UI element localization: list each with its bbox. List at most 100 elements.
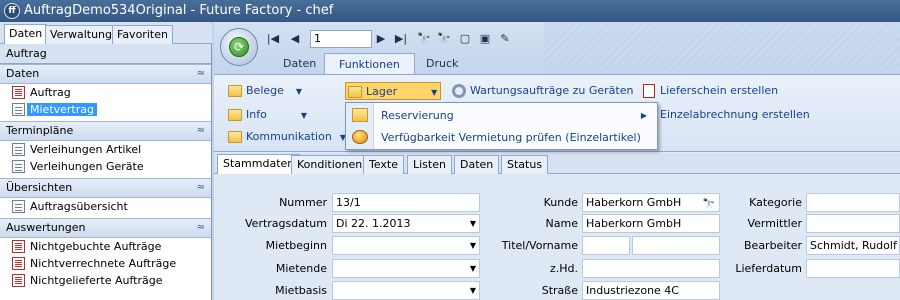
tab-status[interactable]: Status bbox=[501, 155, 549, 174]
dropdown-arrow-icon[interactable]: ▼ bbox=[470, 215, 476, 232]
group-title: Auswertungen bbox=[6, 221, 86, 234]
tab-verwaltung[interactable]: Verwaltung bbox=[45, 25, 117, 44]
belege-button[interactable]: Belege ▼ bbox=[226, 82, 324, 100]
new-document-icon[interactable]: ▢ bbox=[458, 30, 472, 48]
ribbon-tab-druck[interactable]: Druck bbox=[412, 53, 472, 74]
kommunikation-label: Kommunikation bbox=[246, 130, 332, 143]
bearbeiter-field[interactable]: Schmidt, Rudolf bbox=[806, 236, 900, 255]
nav-item-label: Mietvertrag bbox=[27, 103, 97, 116]
mietbeginn-field[interactable]: ▼ bbox=[332, 236, 480, 255]
tab-daten[interactable]: Daten bbox=[4, 24, 48, 45]
group-auswertungen[interactable]: Auswertungen ≈ bbox=[0, 218, 211, 238]
dropdown-arrow-icon[interactable]: ▼ bbox=[470, 282, 476, 299]
nav-item-mietvertrag[interactable]: Mietvertrag bbox=[0, 101, 211, 118]
nav-item-label: Nichtgelieferte Aufträge bbox=[30, 274, 163, 287]
collapse-chevron-icon[interactable]: ≈ bbox=[197, 219, 205, 237]
navigation-panel: Auftrag Daten ≈ Auftrag Mietvertrag Term… bbox=[0, 44, 212, 300]
nav-item-label: Verleihungen Geräte bbox=[30, 160, 144, 173]
kunde-field[interactable]: Haberkorn GmbH 🔭 bbox=[582, 193, 720, 212]
collapse-chevron-icon[interactable]: ≈ bbox=[197, 122, 205, 140]
dropdown-arrow-icon[interactable]: ▼ bbox=[470, 260, 476, 277]
stammdaten-form: Nummer 13/1 Vertragsdatum Di 22. 1.2013 ▼… bbox=[214, 174, 900, 300]
label-lieferdatum: Lieferdatum bbox=[735, 262, 802, 275]
nav-item-verleihungen-geraete[interactable]: Verleihungen Geräte bbox=[0, 158, 211, 175]
lieferschein-button[interactable]: Lieferschein erstellen bbox=[640, 82, 805, 100]
group-terminplaene[interactable]: Terminpläne ≈ bbox=[0, 121, 211, 141]
previous-record-button[interactable]: ◀ bbox=[288, 30, 302, 48]
first-record-button[interactable]: |◀ bbox=[266, 30, 280, 48]
nav-item-nichtgelieferte-auftraege[interactable]: Nichtgelieferte Aufträge bbox=[0, 272, 211, 289]
group-title: Daten bbox=[6, 67, 40, 80]
wartungsauftraege-button[interactable]: Wartungsaufträge zu Geräten bbox=[450, 82, 636, 100]
label-zhd: z.Hd. bbox=[549, 262, 578, 275]
nav-item-auftragsuebersicht[interactable]: Auftragsübersicht bbox=[0, 198, 211, 215]
kunde-value: Haberkorn GmbH bbox=[586, 196, 682, 209]
vermittler-field[interactable] bbox=[806, 214, 900, 233]
belege-label: Belege bbox=[246, 84, 284, 97]
nav-item-nichtgebuchte-auftraege[interactable]: Nichtgebuchte Aufträge bbox=[0, 238, 211, 255]
folder-icon bbox=[228, 131, 242, 143]
application-menu-button[interactable]: ⟳ bbox=[220, 28, 258, 66]
window-title: AuftragDemo534Original - Future Factory … bbox=[24, 3, 334, 18]
label-vertragsdatum: Vertragsdatum bbox=[245, 217, 327, 230]
menu-item-reservierung[interactable]: Reservierung ▶ bbox=[346, 105, 657, 126]
menu-item-verfuegbarkeit[interactable]: Verfügbarkeit Vermietung prüfen (Einzela… bbox=[346, 127, 657, 148]
nav-item-label: Auftrag bbox=[30, 86, 71, 99]
tab-listen[interactable]: Listen bbox=[407, 155, 452, 174]
nav-item-nichtverrechnete-auftraege[interactable]: Nichtverrechnete Aufträge bbox=[0, 255, 211, 272]
mietbasis-field[interactable]: ▼ bbox=[332, 281, 480, 300]
kategorie-field[interactable] bbox=[806, 193, 900, 212]
tab-daten[interactable]: Daten bbox=[454, 155, 500, 174]
folder-icon bbox=[352, 108, 368, 122]
kommunikation-button[interactable]: Kommunikation ▼ bbox=[226, 128, 346, 146]
vertragsdatum-value: Di 22. 1.2013 bbox=[336, 217, 411, 230]
label-titel-vorname: Titel/Vorname bbox=[501, 239, 578, 252]
collapse-chevron-icon[interactable]: ≈ bbox=[197, 65, 205, 83]
edit-icon[interactable]: ✎ bbox=[498, 30, 512, 48]
strasse-field[interactable]: Industriezone 4C bbox=[582, 281, 720, 300]
save-icon[interactable]: ▣ bbox=[478, 30, 492, 48]
submenu-arrow-icon: ▶ bbox=[640, 111, 647, 120]
last-record-button[interactable]: ▶| bbox=[394, 30, 408, 48]
label-name: Name bbox=[545, 217, 578, 230]
collapse-chevron-icon[interactable]: ≈ bbox=[197, 179, 205, 197]
tab-konditionen[interactable]: Konditionen bbox=[291, 155, 369, 174]
group-uebersichten[interactable]: Übersichten ≈ bbox=[0, 178, 211, 198]
ribbon-tab-funktionen[interactable]: Funktionen bbox=[324, 53, 415, 74]
einzelabrechnung-label: Einzelabrechnung erstellen bbox=[660, 108, 810, 121]
calendar-grid-icon bbox=[12, 143, 25, 156]
titel-field[interactable] bbox=[582, 236, 630, 255]
record-number-input[interactable]: 1 bbox=[310, 30, 372, 48]
next-record-button[interactable]: ▶ bbox=[374, 30, 388, 48]
report-icon bbox=[12, 257, 25, 270]
lager-label: Lager bbox=[366, 85, 398, 98]
toolbar-background bbox=[544, 22, 900, 74]
mietende-field[interactable]: ▼ bbox=[332, 259, 480, 278]
gear-icon bbox=[452, 84, 466, 98]
lieferdatum-field[interactable] bbox=[806, 259, 900, 278]
binoculars-icon[interactable]: 🔭 bbox=[416, 30, 432, 48]
zhd-field[interactable] bbox=[582, 259, 720, 278]
info-label: Info bbox=[246, 108, 267, 121]
nav-item-label: Nichtverrechnete Aufträge bbox=[30, 257, 177, 270]
nummer-field[interactable]: 13/1 bbox=[332, 193, 480, 212]
info-button[interactable]: Info ▼ bbox=[226, 106, 324, 124]
vertragsdatum-field[interactable]: Di 22. 1.2013 ▼ bbox=[332, 214, 480, 233]
nav-item-verleihungen-artikel[interactable]: Verleihungen Artikel bbox=[0, 141, 211, 158]
availability-check-icon bbox=[352, 130, 368, 144]
einzelabrechnung-button[interactable]: Einzelabrechnung erstellen bbox=[640, 106, 810, 124]
group-daten[interactable]: Daten ≈ bbox=[0, 64, 211, 84]
name-field[interactable]: Haberkorn GmbH bbox=[582, 214, 720, 233]
lager-button[interactable]: Lager ▼ bbox=[345, 82, 441, 100]
tab-stammdaten[interactable]: Stammdaten bbox=[217, 154, 301, 175]
label-strasse: Straße bbox=[541, 284, 578, 297]
binoculars-filter-icon[interactable]: 🔭 bbox=[436, 30, 452, 48]
binoculars-icon[interactable]: 🔭 bbox=[703, 196, 715, 211]
vorname-field[interactable] bbox=[632, 236, 720, 255]
folder-icon bbox=[348, 86, 362, 98]
tab-texte[interactable]: Texte bbox=[363, 155, 405, 174]
tab-favoriten[interactable]: Favoriten bbox=[112, 25, 173, 44]
dropdown-arrow-icon: ▼ bbox=[300, 111, 307, 120]
nav-item-auftrag[interactable]: Auftrag bbox=[0, 84, 211, 101]
ribbon-tab-daten[interactable]: Daten bbox=[269, 53, 330, 74]
